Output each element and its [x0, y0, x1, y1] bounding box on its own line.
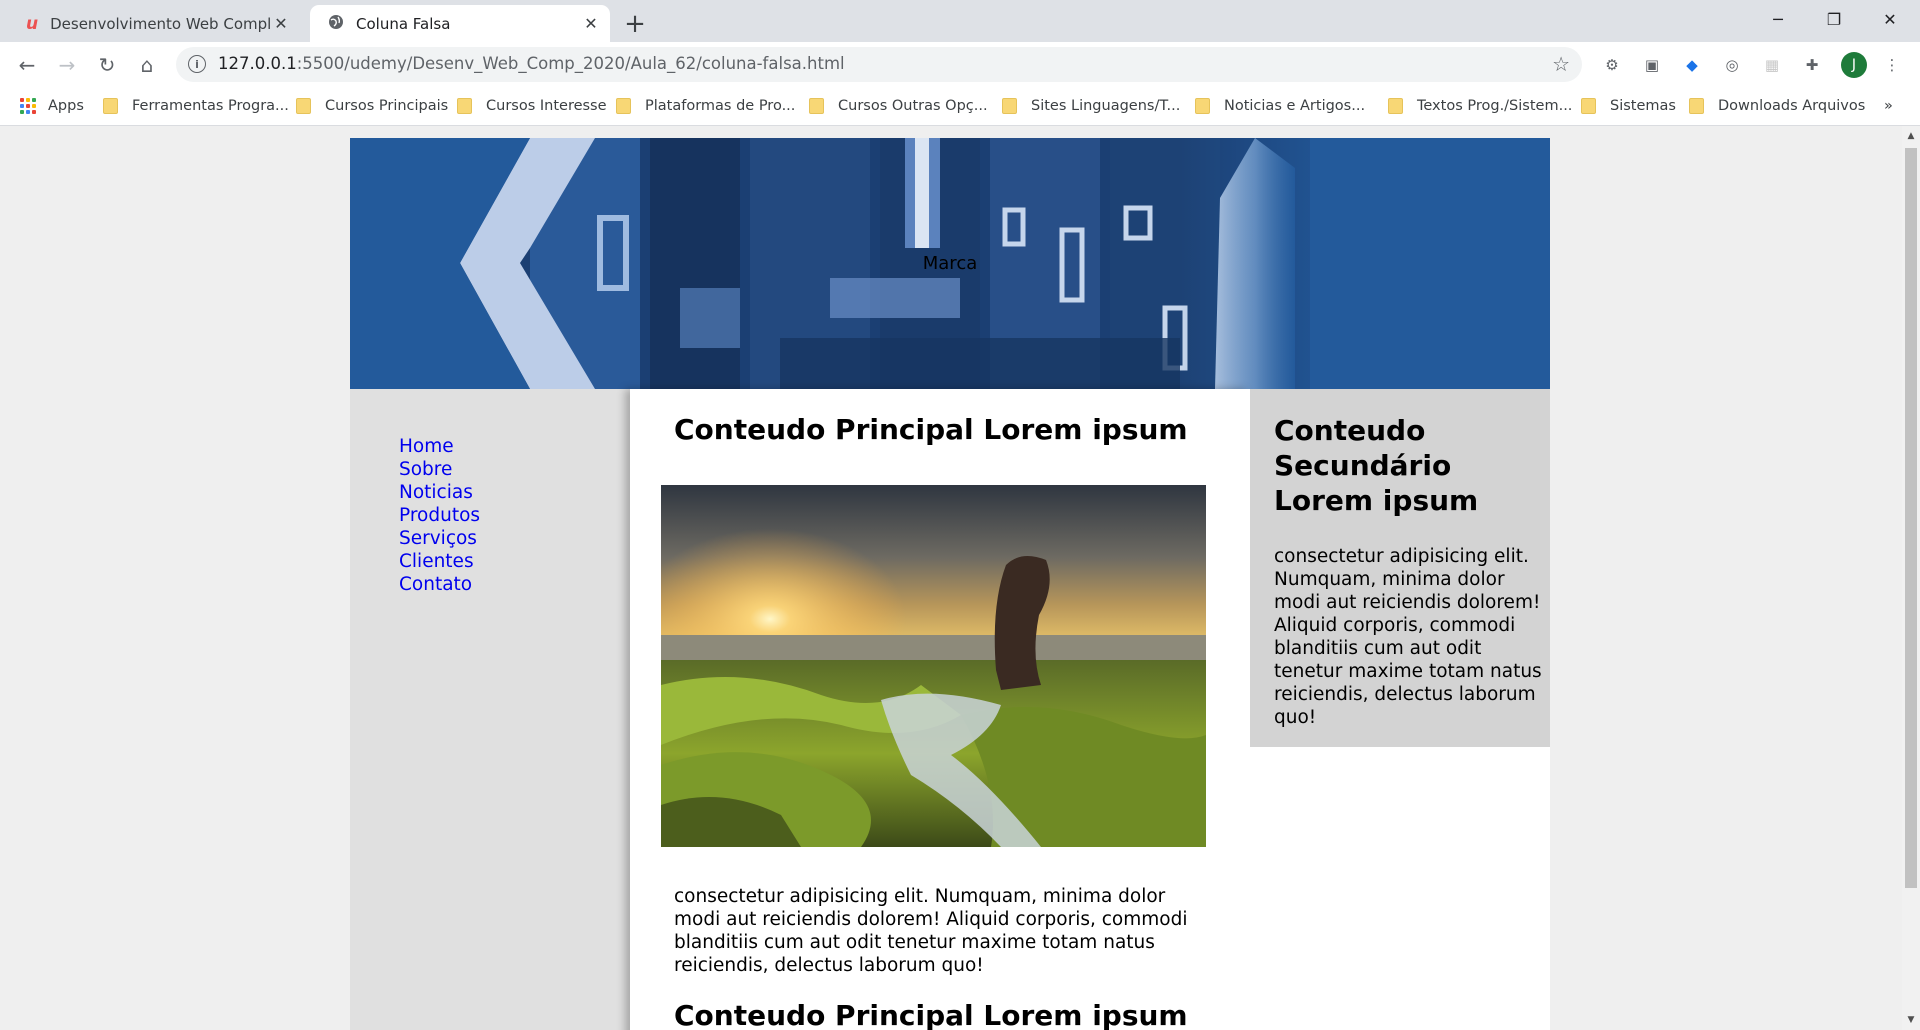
- folder-icon: [103, 98, 118, 114]
- extension-circle-icon[interactable]: ◎: [1721, 54, 1743, 76]
- main-paragraph: consectetur adipisicing elit. Numquam, m…: [674, 886, 1188, 976]
- bookmark-apps[interactable]: Apps: [20, 95, 84, 117]
- extensions-puzzle-icon[interactable]: ✚: [1801, 54, 1823, 76]
- folder-icon: [1689, 98, 1704, 114]
- scroll-thumb[interactable]: [1905, 148, 1917, 888]
- folder-icon: [457, 98, 472, 114]
- nav-link-servicos[interactable]: Serviços: [399, 527, 480, 550]
- url-text: 127.0.0.1:5500/udemy/Desenv_Web_Comp_202…: [218, 54, 845, 73]
- bookmark-folder[interactable]: Cursos Interesse: [457, 95, 607, 117]
- landscape-photo: [661, 485, 1206, 847]
- bookmark-folder[interactable]: Cursos Principais: [296, 95, 448, 117]
- nav-link-produtos[interactable]: Produtos: [399, 504, 480, 527]
- bookmark-label: Downloads Arquivos: [1718, 98, 1866, 114]
- folder-icon: [616, 98, 631, 114]
- url-host: 127.0.0.1: [218, 54, 297, 73]
- folder-icon: [1581, 98, 1596, 114]
- bookmark-folder[interactable]: Downloads Arquivos: [1689, 95, 1865, 117]
- globe-icon: [328, 14, 344, 34]
- folder-icon: [809, 98, 824, 114]
- main-content: Conteudo Principal Lorem ipsum consectet…: [630, 389, 1250, 1030]
- main-heading: Conteudo Principal Lorem ipsum: [674, 413, 1188, 446]
- bookmark-folder[interactable]: Cursos Outras Opç...: [809, 95, 988, 117]
- folder-icon: [1002, 98, 1017, 114]
- bookmark-label: Ferramentas Progra...: [132, 98, 289, 114]
- tab-title: Coluna Falsa: [356, 14, 451, 33]
- bookmark-star-icon[interactable]: ☆: [1552, 52, 1570, 76]
- sunset-rocks-image: [661, 485, 1206, 847]
- bookmark-label: Apps: [48, 98, 84, 114]
- left-sidebar: Home Sobre Noticias Produtos Serviços Cl…: [350, 389, 630, 1030]
- extension-grid-icon[interactable]: ▦: [1761, 54, 1783, 76]
- tab-desenvolvimento-web[interactable]: u Desenvolvimento Web Completo ✕: [8, 5, 300, 42]
- tab-coluna-falsa[interactable]: Coluna Falsa ✕: [310, 5, 610, 42]
- tab-title: Desenvolvimento Web Completo: [50, 14, 272, 33]
- bookmark-label: Cursos Outras Opç...: [838, 98, 988, 114]
- bookmark-folder[interactable]: Sites Linguagens/T...: [1002, 95, 1180, 117]
- bookmark-folder[interactable]: Sistemas: [1581, 95, 1676, 117]
- close-icon[interactable]: ✕: [582, 14, 600, 33]
- bookmark-label: Plataformas de Pro...: [645, 98, 796, 114]
- bookmark-label: Cursos Principais: [325, 98, 449, 114]
- nav-link-noticias[interactable]: Noticias: [399, 481, 480, 504]
- forward-button[interactable]: →: [50, 48, 84, 82]
- extension-blue-icon[interactable]: ◆: [1681, 54, 1703, 76]
- info-icon[interactable]: i: [188, 55, 206, 73]
- bookmark-label: Sistemas: [1610, 98, 1676, 114]
- close-window-button[interactable]: ✕: [1862, 0, 1918, 38]
- bookmarks-overflow-button[interactable]: »: [1884, 95, 1893, 117]
- bookmark-label: Sites Linguagens/T...: [1031, 98, 1181, 114]
- brand-text: Marca: [922, 253, 978, 274]
- bookmark-label: Cursos Interesse: [486, 98, 607, 114]
- tab-strip: u Desenvolvimento Web Completo ✕ Coluna …: [0, 0, 1920, 42]
- back-button[interactable]: ←: [10, 48, 44, 82]
- bookmark-folder[interactable]: Noticias e Artigos...: [1195, 95, 1365, 117]
- folder-icon: [296, 98, 311, 114]
- apps-grid-icon: [20, 98, 36, 114]
- bookmark-folder[interactable]: Textos Prog./Sistem...: [1388, 95, 1572, 117]
- site-container: Marca Home Sobre Noticias Produtos Servi…: [350, 138, 1550, 1030]
- menu-dots-icon[interactable]: ⋮: [1881, 54, 1903, 76]
- aside-heading: Conteudo Secundário Lorem ipsum: [1274, 414, 1479, 517]
- reload-button[interactable]: ↻: [90, 48, 124, 82]
- bookmark-label: Textos Prog./Sistem...: [1417, 98, 1573, 114]
- url-path: :5500/udemy/Desenv_Web_Comp_2020/Aula_62…: [296, 54, 845, 73]
- main-nav: Home Sobre Noticias Produtos Serviços Cl…: [399, 435, 480, 596]
- bookmark-folder[interactable]: Plataformas de Pro...: [616, 95, 795, 117]
- udemy-icon: u: [26, 13, 39, 34]
- aside-paragraph: consectetur adipisicing elit. Numquam, m…: [1274, 546, 1542, 728]
- nav-link-contato[interactable]: Contato: [399, 573, 480, 596]
- aside-box: Conteudo Secundário Lorem ipsum consecte…: [1250, 389, 1550, 747]
- bookmark-label: Noticias e Artigos...: [1224, 98, 1366, 114]
- right-sidebar: Conteudo Secundário Lorem ipsum consecte…: [1250, 389, 1550, 1030]
- folder-icon: [1388, 98, 1403, 114]
- bookmark-folder[interactable]: Ferramentas Progra...: [103, 95, 289, 117]
- close-icon[interactable]: ✕: [272, 14, 290, 33]
- address-bar[interactable]: i 127.0.0.1:5500/udemy/Desenv_Web_Comp_2…: [176, 47, 1582, 82]
- page-viewport: Marca Home Sobre Noticias Produtos Servi…: [0, 126, 1902, 1030]
- extension-gear-icon[interactable]: ⚙: [1601, 54, 1623, 76]
- page-scrollbar[interactable]: ▲ ▼: [1902, 126, 1920, 1030]
- profile-avatar[interactable]: J: [1841, 52, 1867, 78]
- scroll-down-arrow-icon[interactable]: ▼: [1902, 1012, 1920, 1028]
- screen-capture-icon[interactable]: ▣: [1641, 54, 1663, 76]
- main-heading-2: Conteudo Principal Lorem ipsum: [674, 999, 1188, 1030]
- minimize-button[interactable]: ─: [1750, 0, 1806, 38]
- restore-button[interactable]: ❐: [1806, 0, 1862, 38]
- folder-icon: [1195, 98, 1210, 114]
- nav-link-sobre[interactable]: Sobre: [399, 458, 480, 481]
- scroll-up-arrow-icon[interactable]: ▲: [1902, 128, 1920, 144]
- site-header: Marca: [350, 138, 1550, 389]
- new-tab-button[interactable]: +: [620, 9, 650, 39]
- home-button[interactable]: ⌂: [130, 48, 164, 82]
- browser-toolbar: ← → ↻ ⌂ i 127.0.0.1:5500/udemy/Desenv_We…: [0, 42, 1920, 87]
- bookmarks-bar: Apps Ferramentas Progra... Cursos Princi…: [0, 87, 1920, 126]
- nav-link-home[interactable]: Home: [399, 435, 480, 458]
- nav-link-clientes[interactable]: Clientes: [399, 550, 480, 573]
